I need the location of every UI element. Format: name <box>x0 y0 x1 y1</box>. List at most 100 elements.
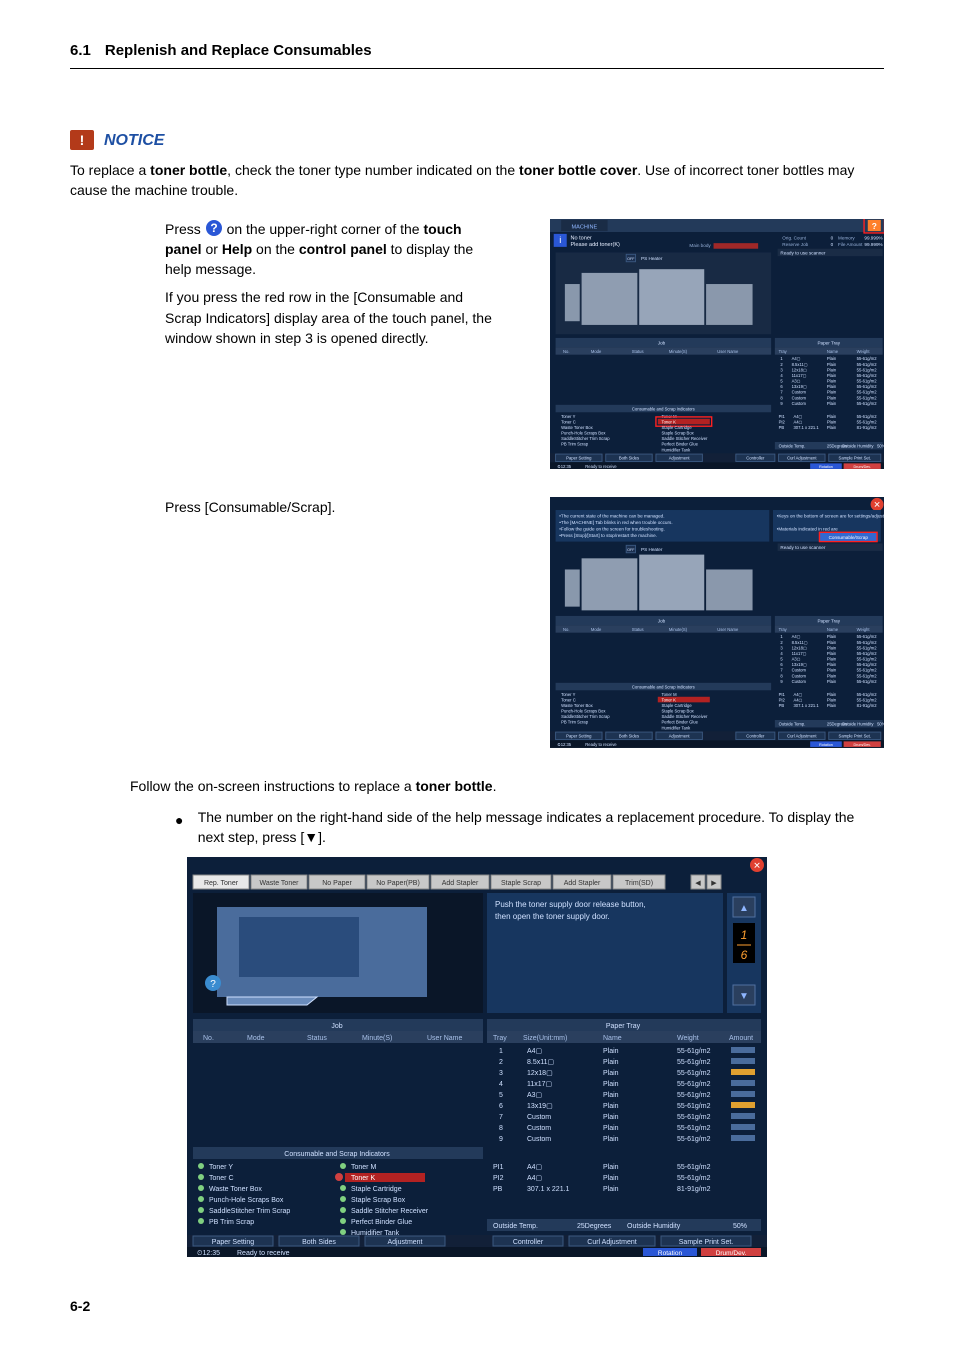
notice-paragraph: To replace a toner bottle, check the ton… <box>70 160 884 201</box>
screenshot-2: ✕ •The current state of the machine can … <box>550 497 885 748</box>
svg-text:Toner K: Toner K <box>351 1175 375 1182</box>
svg-text:Plain: Plain <box>826 640 836 645</box>
svg-text:Job: Job <box>331 1023 342 1030</box>
svg-text:Custom: Custom <box>527 1125 551 1132</box>
svg-text:307.1 x 221.1: 307.1 x 221.1 <box>527 1186 570 1193</box>
svg-text:Custom: Custom <box>527 1114 551 1121</box>
svg-text:8: 8 <box>499 1125 503 1132</box>
svg-text:▲: ▲ <box>739 903 749 914</box>
step2-text: Press [Consumable/Scrap]. <box>165 497 500 517</box>
svg-text:A4▢: A4▢ <box>791 635 800 640</box>
svg-text:81-91g/m2: 81-91g/m2 <box>677 1186 711 1193</box>
svg-text:Reserve Job: Reserve Job <box>782 241 808 246</box>
svg-text:⏲12:35: ⏲12:35 <box>557 464 571 469</box>
svg-text:Plain: Plain <box>603 1103 619 1110</box>
svg-text:Plain: Plain <box>826 356 836 361</box>
svg-text:9: 9 <box>499 1136 503 1143</box>
svg-text:Tray: Tray <box>778 348 787 353</box>
svg-text:Trim(SD): Trim(SD) <box>625 880 653 887</box>
svg-text:Plain: Plain <box>826 679 836 684</box>
svg-text:Custom: Custom <box>791 668 806 673</box>
svg-text:Plain: Plain <box>826 703 836 708</box>
svg-text:Paper Setting: Paper Setting <box>566 455 592 460</box>
svg-text:Plain: Plain <box>603 1059 619 1066</box>
svg-text:Controller: Controller <box>513 1239 544 1246</box>
svg-text:Staple Scrap Box: Staple Scrap Box <box>661 709 694 714</box>
svg-text:55-61g/m2: 55-61g/m2 <box>856 635 877 640</box>
svg-text:Plain: Plain <box>826 635 836 640</box>
svg-text:?: ? <box>210 979 216 990</box>
svg-text:Name: Name <box>826 348 838 353</box>
svg-text:55-61g/m2: 55-61g/m2 <box>856 400 877 405</box>
svg-text:Plain: Plain <box>826 395 836 400</box>
svg-text:55-61g/m2: 55-61g/m2 <box>677 1059 711 1066</box>
svg-text:8.5x11▢: 8.5x11▢ <box>791 361 807 366</box>
svg-text:0: 0 <box>830 241 833 246</box>
svg-text:Custom: Custom <box>791 400 806 405</box>
svg-text:Plain: Plain <box>826 425 836 430</box>
svg-text:No toner: No toner <box>570 235 591 241</box>
svg-text:7: 7 <box>499 1114 503 1121</box>
svg-text:1: 1 <box>741 928 748 942</box>
svg-text:12x18▢: 12x18▢ <box>791 367 806 372</box>
svg-text:55-61g/m2: 55-61g/m2 <box>856 378 877 383</box>
svg-text:Job: Job <box>657 619 665 624</box>
svg-text:99.999%: 99.999% <box>864 241 882 246</box>
svg-text:Plain: Plain <box>826 419 836 424</box>
svg-text:Staple Cartridge: Staple Cartridge <box>661 425 692 430</box>
svg-text:Minute(S): Minute(S) <box>668 627 687 632</box>
svg-text:55-61g/m2: 55-61g/m2 <box>856 674 877 679</box>
svg-text:Outside Humidity: Outside Humidity <box>627 1223 681 1230</box>
svg-text:User Name: User Name <box>717 348 739 353</box>
svg-text:Name: Name <box>826 627 838 632</box>
svg-text:Staple Scrap Box: Staple Scrap Box <box>661 430 694 435</box>
svg-text:Waste Toner Box: Waste Toner Box <box>561 703 593 708</box>
svg-text:PB Trim Scrap: PB Trim Scrap <box>561 441 589 446</box>
svg-text:?: ? <box>871 220 876 230</box>
svg-text:No.: No. <box>563 627 569 632</box>
svg-text:55-61g/m2: 55-61g/m2 <box>856 698 877 703</box>
svg-text:Plain: Plain <box>826 657 836 662</box>
svg-text:13x19▢: 13x19▢ <box>527 1103 553 1110</box>
svg-text:Sample Print Set.: Sample Print Set. <box>838 734 870 739</box>
svg-text:A4▢: A4▢ <box>527 1048 542 1055</box>
svg-text:2: 2 <box>499 1059 503 1066</box>
svg-text:Main body: Main body <box>689 242 711 247</box>
svg-text:Rep. Toner: Rep. Toner <box>204 880 239 887</box>
svg-text:Status: Status <box>307 1035 327 1042</box>
svg-text:A4▢: A4▢ <box>527 1175 542 1182</box>
svg-text:12x18▢: 12x18▢ <box>791 646 806 651</box>
svg-text:PI1: PI1 <box>493 1164 504 1171</box>
svg-text:Custom: Custom <box>791 389 806 394</box>
svg-text:Paper Setting: Paper Setting <box>212 1239 255 1246</box>
svg-text:Plain: Plain <box>826 692 836 697</box>
svg-text:5: 5 <box>499 1092 503 1099</box>
svg-text:Ready to receive: Ready to receive <box>585 742 617 747</box>
step1-paragraph2: If you press the red row in the [Consuma… <box>165 287 500 348</box>
svg-text:12x18▢: 12x18▢ <box>527 1070 553 1077</box>
svg-text:•The [MACHINE] Tab blinks in r: •The [MACHINE] Tab blinks in red when tr… <box>559 520 672 525</box>
svg-text:User Name: User Name <box>717 627 739 632</box>
notice-heading: ! NOTICE <box>70 129 884 152</box>
svg-text:55-61g/m2: 55-61g/m2 <box>677 1175 711 1182</box>
svg-text:Plain: Plain <box>826 384 836 389</box>
svg-text:Both Sides: Both Sides <box>302 1239 336 1246</box>
svg-text:Staple Scrap: Staple Scrap <box>501 880 541 887</box>
svg-text:Plain: Plain <box>826 400 836 405</box>
svg-text:Plain: Plain <box>603 1175 619 1182</box>
svg-text:Drum/Dev.: Drum/Dev. <box>716 1250 747 1257</box>
svg-text:55-61g/m2: 55-61g/m2 <box>856 646 877 651</box>
svg-text:MACHINE: MACHINE <box>571 224 597 230</box>
svg-text:Paper Setting: Paper Setting <box>566 734 592 739</box>
svg-text:Outside Temp.: Outside Temp. <box>778 443 805 448</box>
svg-text:Curl Adjustment: Curl Adjustment <box>587 1239 636 1246</box>
svg-text:55-61g/m2: 55-61g/m2 <box>677 1070 711 1077</box>
svg-text:•Keys on the bottom of screen: •Keys on the bottom of screen are for se… <box>776 514 884 519</box>
svg-text:A4▢: A4▢ <box>791 356 800 361</box>
svg-text:Consumable and Scrap Indicator: Consumable and Scrap Indicators <box>631 685 694 690</box>
svg-text:Toner C: Toner C <box>561 419 576 424</box>
svg-text:Plain: Plain <box>603 1070 619 1077</box>
svg-text:Toner C: Toner C <box>209 1175 234 1182</box>
svg-text:55-61g/m2: 55-61g/m2 <box>856 356 877 361</box>
svg-text:No Paper(PB): No Paper(PB) <box>376 880 420 887</box>
